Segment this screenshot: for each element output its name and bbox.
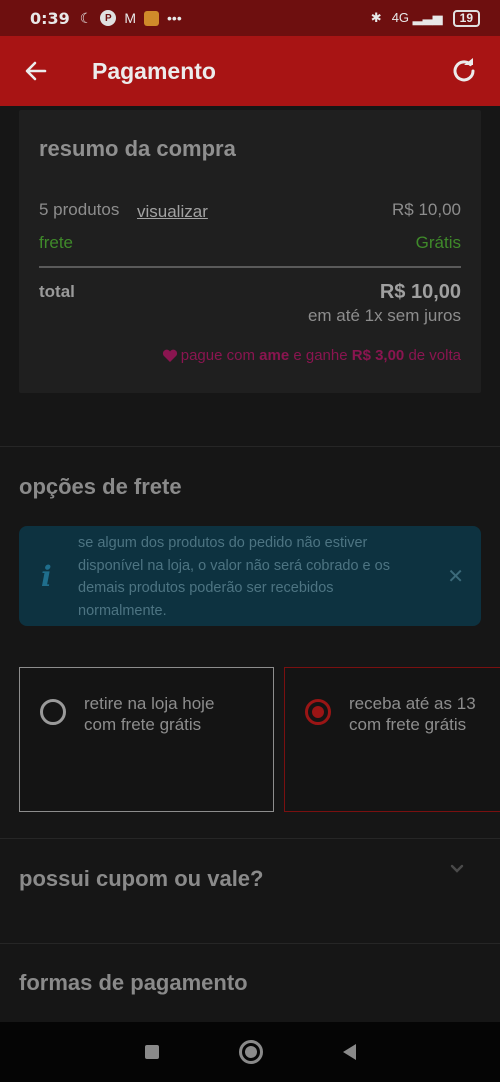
shipping-option-text: retire na loja hoje com frete grátis bbox=[84, 693, 214, 735]
section-divider bbox=[0, 838, 500, 839]
shipping-option-delivery[interactable]: receba até as 13 com frete grátis bbox=[284, 667, 500, 812]
ame-cashback-promo: pague com ame e ganhe R$ 3,00 de volta bbox=[162, 347, 461, 364]
ame-amount: R$ 3,00 bbox=[351, 347, 405, 364]
chevron-down-icon[interactable] bbox=[450, 862, 464, 876]
view-products-link[interactable]: visualizar bbox=[137, 202, 208, 222]
network-type: 4G bbox=[391, 10, 410, 25]
shipping-option-pickup[interactable]: retire na loja hoje com frete grátis bbox=[19, 667, 274, 812]
app-icon bbox=[144, 10, 160, 26]
status-time: 0:39 bbox=[30, 8, 70, 28]
products-value: R$ 10,00 bbox=[392, 200, 461, 219]
coupon-title[interactable]: possui cupom ou vale? bbox=[19, 866, 263, 892]
back-button[interactable] bbox=[14, 49, 58, 93]
system-icons: ✱ 4G ▂▃▅ 19 bbox=[370, 9, 480, 27]
system-navigation-bar bbox=[0, 1022, 500, 1082]
total-value: R$ 10,00 bbox=[379, 281, 461, 303]
shipping-options-title: opções de frete bbox=[19, 474, 182, 499]
ame-brand: ame bbox=[259, 347, 290, 364]
moon-icon: ☾ bbox=[79, 9, 93, 26]
status-bar: 0:39 ☾ P M ••• ✱ 4G ▂▃▅ 19 bbox=[0, 0, 500, 36]
purchase-summary-card: resumo da compra 5 produtos visualizar R… bbox=[19, 110, 481, 393]
option-line-1: receba até as 13 bbox=[349, 694, 476, 713]
radio-unselected[interactable] bbox=[40, 699, 66, 725]
signal-icon: 4G ▂▃▅ bbox=[391, 10, 443, 25]
option-line-2: com frete grátis bbox=[349, 715, 467, 734]
radio-selected[interactable] bbox=[305, 699, 331, 725]
battery-level: 19 bbox=[459, 10, 473, 25]
refresh-icon bbox=[453, 58, 475, 82]
payment-methods-title[interactable]: formas de pagamento bbox=[19, 970, 248, 996]
summary-divider bbox=[39, 266, 461, 268]
system-back-button[interactable] bbox=[342, 1044, 356, 1060]
summary-title: resumo da compra bbox=[39, 136, 236, 161]
products-count: 5 produtos bbox=[39, 200, 120, 219]
option-line-2: com frete grátis bbox=[84, 715, 202, 734]
shipping-option-text: receba até as 13 com frete grátis bbox=[349, 693, 476, 735]
info-icon: i bbox=[41, 560, 52, 593]
total-label: total bbox=[39, 282, 75, 301]
section-divider bbox=[0, 446, 500, 447]
ame-text-mid: e ganhe bbox=[289, 347, 352, 364]
info-text: se algum dos produtos do pedido não esti… bbox=[78, 535, 390, 619]
section-divider bbox=[0, 943, 500, 944]
app-bar: Pagamento bbox=[0, 36, 500, 106]
home-button[interactable] bbox=[238, 1040, 263, 1064]
ame-text-pre: pague com bbox=[180, 347, 260, 364]
installments-text: em até 1x sem juros bbox=[307, 306, 461, 325]
bluetooth-icon: ✱ bbox=[370, 10, 382, 25]
shipping-label: frete bbox=[39, 233, 74, 252]
shipping-info-alert: i se algum dos produtos do pedido não es… bbox=[19, 526, 481, 626]
shipping-value: Grátis bbox=[415, 233, 461, 252]
refresh-button[interactable] bbox=[446, 53, 482, 89]
p-app-icon: P bbox=[100, 10, 117, 26]
close-icon[interactable]: ✕ bbox=[447, 564, 464, 589]
page-title: Pagamento bbox=[92, 57, 216, 84]
ame-text-post: de volta bbox=[404, 347, 461, 364]
heart-icon bbox=[162, 349, 177, 362]
notification-icons: ☾ P M ••• bbox=[80, 10, 182, 27]
battery-icon: 19 bbox=[452, 9, 480, 27]
recent-apps-button[interactable] bbox=[144, 1045, 159, 1059]
back-arrow-icon bbox=[25, 61, 47, 81]
more-icon: ••• bbox=[167, 10, 182, 26]
option-line-1: retire na loja hoje bbox=[84, 694, 215, 713]
gmail-icon: M bbox=[124, 10, 137, 26]
